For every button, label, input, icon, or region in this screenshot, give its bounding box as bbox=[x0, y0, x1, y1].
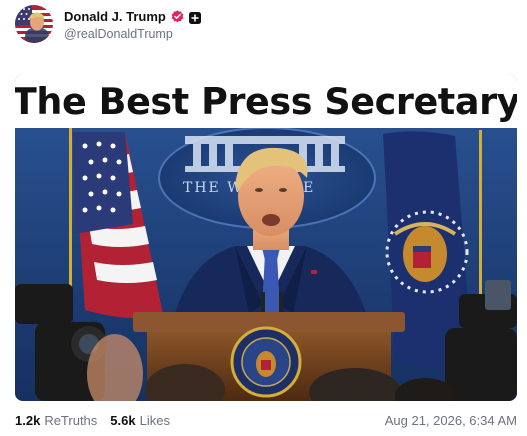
name-row: Donald J. Trump bbox=[64, 8, 201, 26]
image-headline: The Best Press Secretary bbox=[15, 79, 517, 123]
author-handle[interactable]: @realDonaldTrump bbox=[64, 27, 201, 41]
author-names: Donald J. Trump @realDonaldTrump bbox=[64, 8, 201, 41]
display-name[interactable]: Donald J. Trump bbox=[64, 9, 166, 24]
likes-number: 5.6k bbox=[110, 412, 136, 428]
retruths-number: 1.2k bbox=[15, 412, 41, 428]
post-footer: 1.2k ReTruths 5.6k Likes Aug 21, 2026, 6… bbox=[15, 411, 517, 429]
retruths-count[interactable]: 1.2k ReTruths bbox=[15, 413, 97, 428]
headline-banner: The Best Press Secretary bbox=[15, 74, 517, 128]
avatar[interactable] bbox=[15, 5, 53, 43]
verified-badge-icon bbox=[171, 10, 184, 23]
post-image[interactable]: THE W HOUSE bbox=[15, 74, 517, 401]
plus-icon[interactable] bbox=[188, 11, 201, 24]
likes-count[interactable]: 5.6k Likes bbox=[110, 413, 170, 428]
post-header: Donald J. Trump @realDonaldTrump bbox=[15, 5, 201, 43]
truth-post: Donald J. Trump @realDonaldTrump THE W T… bbox=[0, 0, 527, 436]
likes-label: Likes bbox=[139, 412, 170, 428]
retruths-label: ReTruths bbox=[44, 412, 98, 428]
post-timestamp[interactable]: Aug 21, 2026, 6:34 AM bbox=[385, 413, 517, 428]
